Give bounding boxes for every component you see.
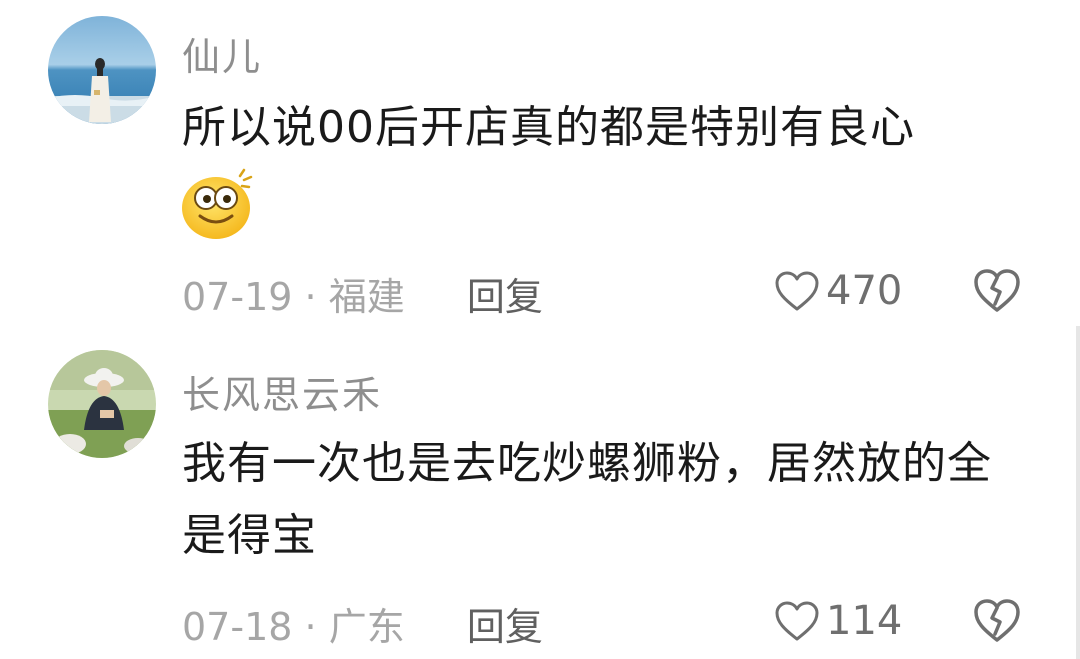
comment-meta: 07-19 · 福建 回复: [182, 266, 543, 321]
broken-heart-icon: [974, 269, 1020, 312]
comment-text: 所以说00后开店真的都是特别有良心: [182, 102, 915, 153]
reply-button[interactable]: 回复: [467, 605, 543, 649]
username[interactable]: 长风思云禾: [182, 364, 382, 419]
heart-outline-icon: [775, 271, 819, 311]
dislike-button[interactable]: [972, 266, 1022, 314]
broken-heart-icon: [974, 599, 1020, 642]
dislike-button[interactable]: [972, 596, 1022, 644]
comment-feed: 仙儿 所以说00后开店真的都是特别有良心 07-19 · 福建 回复 470 长…: [0, 0, 1080, 659]
comment-date: 07-18: [182, 605, 293, 649]
comment-text: 我有一次也是去吃炒螺狮粉，居然放的全是得宝: [182, 438, 992, 561]
dizzy-smile-emoji: [180, 168, 256, 240]
comment-item: 仙儿 所以说00后开店真的都是特别有良心 07-19 · 福建 回复 470: [0, 0, 1080, 330]
avatar-beach-image: [48, 16, 156, 124]
meta-separator: ·: [304, 275, 317, 319]
like-button[interactable]: 470: [774, 268, 902, 314]
heart-outline-icon: [775, 601, 819, 641]
like-count: 114: [826, 598, 903, 644]
avatar[interactable]: [48, 16, 156, 124]
meta-separator: ·: [304, 605, 317, 649]
comment-location: 福建: [328, 275, 405, 319]
edge-divider: [1076, 326, 1080, 659]
comment-location: 广东: [328, 605, 405, 649]
avatar[interactable]: [48, 350, 156, 458]
like-count: 470: [826, 268, 903, 314]
comment-date: 07-19: [182, 275, 293, 319]
username[interactable]: 仙儿: [182, 26, 262, 81]
comment-meta: 07-18 · 广东 回复: [182, 596, 543, 651]
like-button[interactable]: 114: [774, 598, 902, 644]
avatar-grass-image: [48, 350, 156, 458]
comment-item: 长风思云禾 我有一次也是去吃炒螺狮粉，居然放的全是得宝 07-18 · 广东 回…: [0, 330, 1080, 659]
reply-button[interactable]: 回复: [467, 275, 543, 319]
